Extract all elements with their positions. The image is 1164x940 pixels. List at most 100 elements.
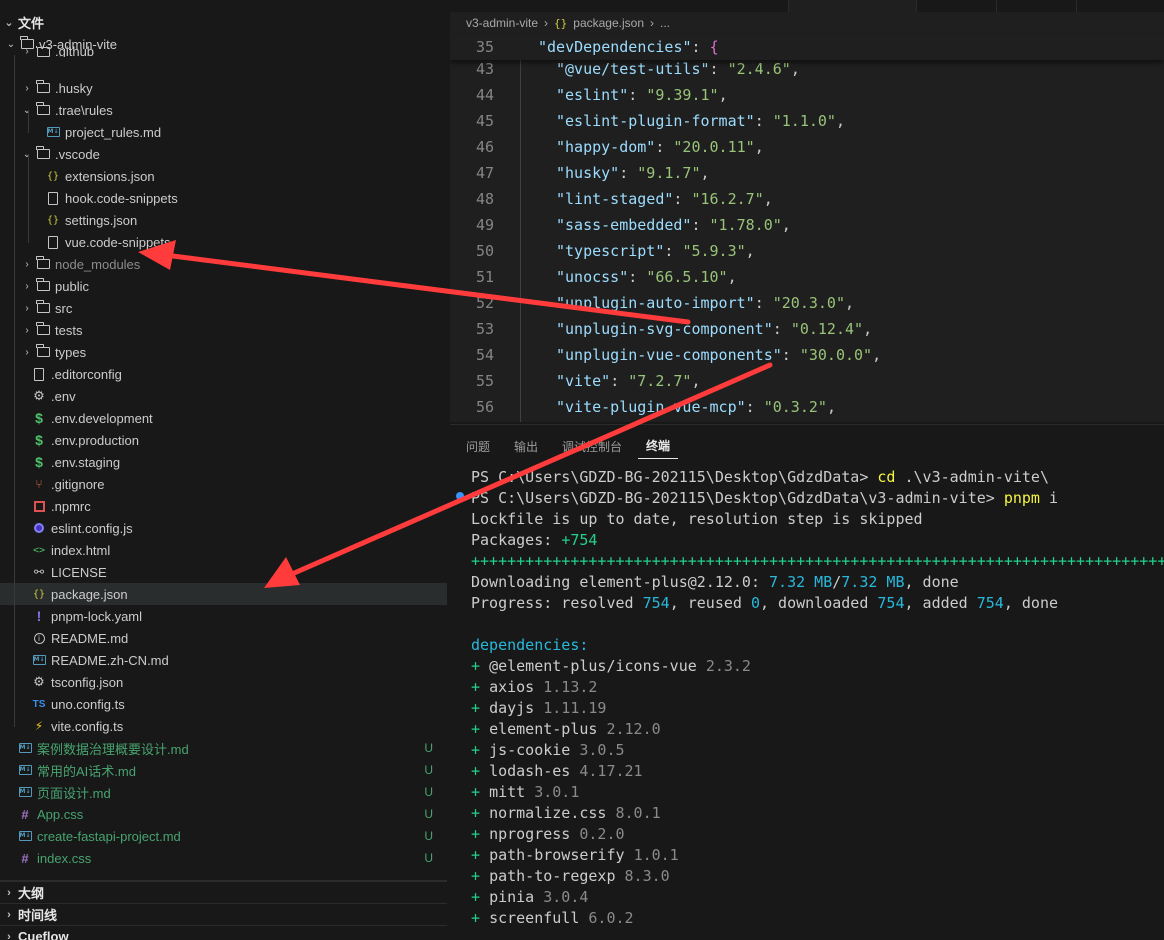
code-line[interactable]: 44 "eslint": "9.39.1",: [450, 82, 1164, 108]
git-status-badge: U: [424, 851, 433, 865]
sidebar-section-header[interactable]: › Cueflow: [0, 925, 447, 940]
tree-file-item[interactable]: {} package.json: [0, 583, 447, 605]
editor-tab[interactable]: [788, 0, 916, 12]
tree-folder-item[interactable]: › types: [0, 341, 447, 363]
tree-file-item[interactable]: .editorconfig: [0, 363, 447, 385]
tree-file-item[interactable]: # App.css U: [0, 803, 447, 825]
chevron-right-icon: ›: [25, 82, 29, 94]
code-line[interactable]: 53 "unplugin-svg-component": "0.12.4",: [450, 316, 1164, 342]
chevron-right-icon: ›: [650, 16, 654, 30]
tree-file-item[interactable]: {} settings.json: [0, 209, 447, 231]
json-key: "happy-dom": [556, 138, 656, 156]
sidebar-section-header[interactable]: › 时间线: [0, 903, 447, 925]
code-editor[interactable]: v3-admin-vite › {} package.json › ... 35…: [450, 0, 1164, 422]
tree-folder-item[interactable]: › .github: [0, 46, 447, 57]
tab-output[interactable]: 输出: [506, 433, 546, 459]
tree-item-label: README.md: [51, 630, 129, 646]
tree-file-item[interactable]: ⑂ .gitignore: [0, 473, 447, 495]
tree-file-item[interactable]: $ .env.staging: [0, 451, 447, 473]
tree-file-item[interactable]: i README.md: [0, 627, 447, 649]
tree-file-item[interactable]: hook.code-snippets: [0, 187, 447, 209]
code-text: "devDependencies": {: [538, 38, 719, 56]
plus-sign: +: [471, 782, 490, 801]
editor-tab[interactable]: [916, 0, 996, 12]
dependency-version: 1.11.19: [543, 698, 607, 717]
tab-problems[interactable]: 问题: [458, 433, 498, 459]
code-text: "unplugin-svg-component": "0.12.4",: [556, 320, 873, 338]
line-number: 53: [475, 320, 494, 338]
tree-file-item[interactable]: ⚯ LICENSE: [0, 561, 447, 583]
editor-tab[interactable]: [996, 0, 1076, 12]
tree-folder-item[interactable]: › src: [0, 297, 447, 319]
breadcrumb-folder[interactable]: v3-admin-vite: [466, 16, 538, 30]
packages-count: +754: [561, 530, 598, 549]
tree-file-item[interactable]: # index.css U: [0, 847, 447, 869]
code-line[interactable]: 54 "unplugin-vue-components": "30.0.0",: [450, 342, 1164, 368]
json-value: "9.39.1": [646, 86, 719, 104]
code-line[interactable]: 46 "happy-dom": "20.0.11",: [450, 134, 1164, 160]
tree-file-item[interactable]: $ .env.production: [0, 429, 447, 451]
tree-file-item[interactable]: M↓ project_rules.md: [0, 121, 447, 143]
tree-file-item[interactable]: ⚡ vite.config.ts: [0, 715, 447, 737]
tree-file-item[interactable]: M↓ README.zh-CN.md: [0, 649, 447, 671]
editor-tab[interactable]: [1076, 0, 1164, 12]
tree-file-item[interactable]: <> index.html: [0, 539, 447, 561]
progress-plus-bar: ++++++++++++++++++++++++++++++++++++++++…: [471, 551, 1164, 570]
tab-terminal[interactable]: 终端: [638, 433, 679, 459]
git-branch-icon: ⑂: [35, 477, 43, 491]
code-line[interactable]: 56 "vite-plugin-vue-mcp": "0.3.2",: [450, 394, 1164, 420]
hash-icon: #: [21, 806, 29, 822]
breadcrumb-file[interactable]: package.json: [573, 16, 644, 30]
code-text: "sass-embedded": "1.78.0",: [556, 216, 791, 234]
tree-file-item[interactable]: M↓ 页面设计.md U: [0, 781, 447, 803]
tree-item-label: settings.json: [65, 212, 138, 228]
tree-folder-item[interactable]: ⌄ .trae\rules: [0, 99, 447, 121]
tree-folder-item[interactable]: ⌄ .vscode: [0, 143, 447, 165]
tree-folder-item[interactable]: › tests: [0, 319, 447, 341]
code-line[interactable]: 55 "vite": "7.2.7",: [450, 368, 1164, 394]
tree-file-item[interactable]: ! pnpm-lock.yaml: [0, 605, 447, 627]
tree-file-item[interactable]: M↓ 案例数据治理概要设计.md U: [0, 737, 447, 759]
tree-file-item[interactable]: {} extensions.json: [0, 165, 447, 187]
folder-icon: [34, 344, 52, 360]
line-number: 46: [475, 138, 494, 156]
tree-file-item[interactable]: $ .env.development: [0, 407, 447, 429]
code-line[interactable]: 49 "sass-embedded": "1.78.0",: [450, 212, 1164, 238]
code-line[interactable]: 47 "husky": "9.1.7",: [450, 160, 1164, 186]
code-line[interactable]: 48 "lint-staged": "16.2.7",: [450, 186, 1164, 212]
tree-file-item[interactable]: M↓ 常用的AI话术.md U: [0, 759, 447, 781]
code-line[interactable]: 51 "unocss": "66.5.10",: [450, 264, 1164, 290]
dependency-item: + screenfull 6.0.2: [471, 907, 634, 928]
tree-file-item[interactable]: ⚙ .env: [0, 385, 447, 407]
tab-debug-console[interactable]: 调试控制台: [554, 433, 630, 459]
command-decoration-icon[interactable]: [456, 492, 464, 500]
tree-item-label: uno.config.ts: [51, 696, 125, 712]
terminal-text: Packages:: [471, 530, 562, 549]
tree-folder-item[interactable]: › node_modules: [0, 253, 447, 275]
plus-sign: +: [471, 803, 490, 822]
tree-file-item[interactable]: .npmrc: [0, 495, 447, 517]
tree-file-item[interactable]: M↓ create-fastapi-project.md U: [0, 825, 447, 847]
sidebar-section-header[interactable]: › 大纲: [0, 881, 447, 903]
tree-folder-item[interactable]: › public: [0, 275, 447, 297]
breadcrumb-symbol[interactable]: ...: [660, 16, 670, 30]
git-status-badge: U: [424, 741, 433, 755]
tree-file-item[interactable]: eslint.config.js: [0, 517, 447, 539]
folder-icon: [34, 80, 52, 96]
chevron-right-icon: ›: [7, 930, 11, 940]
tree-folder-item[interactable]: › .husky: [0, 77, 447, 99]
folder-icon: [34, 322, 52, 338]
tree-file-item[interactable]: TS uno.config.ts: [0, 693, 447, 715]
tree-file-item[interactable]: ⚙ tsconfig.json: [0, 671, 447, 693]
sticky-scroll-line[interactable]: 35 "devDependencies": {: [450, 34, 1164, 60]
json-brace: {: [709, 38, 719, 56]
code-line[interactable]: 52 "unplugin-auto-import": "20.3.0",: [450, 290, 1164, 316]
line-number: 54: [475, 346, 494, 364]
tree-file-item[interactable]: vue.code-snippets: [0, 231, 447, 253]
chevron-right-icon: ›: [25, 46, 29, 57]
explorer-section-header[interactable]: ⌄ 文件: [0, 11, 447, 33]
line-number: 43: [475, 60, 494, 78]
code-line[interactable]: 50 "typescript": "5.9.3",: [450, 238, 1164, 264]
json-value: "1.78.0": [709, 216, 782, 234]
code-line[interactable]: 45 "eslint-plugin-format": "1.1.0",: [450, 108, 1164, 134]
